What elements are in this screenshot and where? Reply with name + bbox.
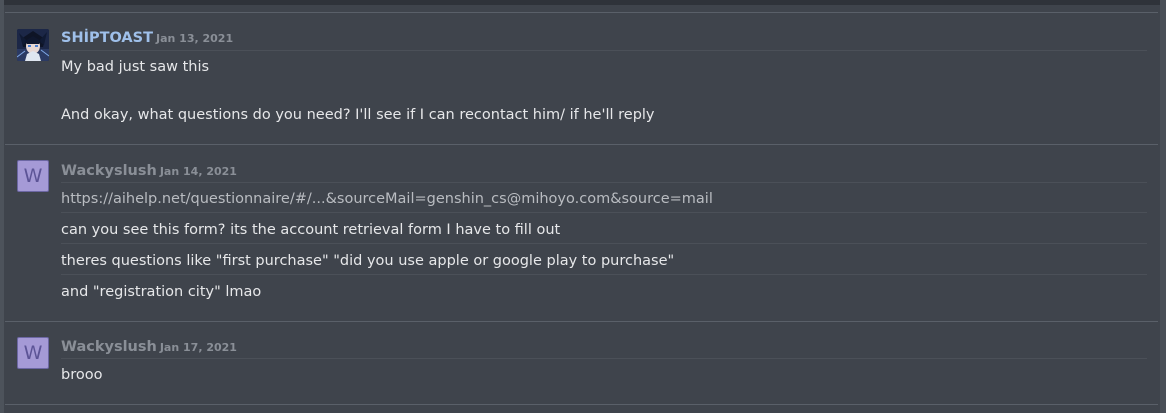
message-divider xyxy=(5,404,1158,405)
message-divider xyxy=(5,144,1158,145)
user-avatar-wackyslush[interactable]: W xyxy=(17,160,49,192)
message-text: can you see this form? its the account r… xyxy=(61,222,561,238)
avatar-letter: W xyxy=(23,165,43,187)
avatar-letter: W xyxy=(23,342,43,364)
author-name[interactable]: SHİPTOAST xyxy=(61,30,153,46)
message-text: theres questions like "first purchase" "… xyxy=(61,253,675,269)
message-text: and "registration city" lmao xyxy=(61,284,262,300)
user-avatar-siptoast[interactable] xyxy=(17,29,49,61)
anime-character-avatar-icon xyxy=(17,29,49,61)
message-date[interactable]: Jan 17, 2021 xyxy=(160,341,237,354)
user-avatar-wackyslush[interactable]: W xyxy=(17,337,49,369)
message-author[interactable]: Wackyslush Jan 14, 2021 xyxy=(61,162,237,181)
author-name[interactable]: Wackyslush xyxy=(61,163,157,179)
window-top-bar xyxy=(0,0,1166,5)
message-separator xyxy=(61,274,1147,275)
right-scrollbar-track[interactable] xyxy=(1160,0,1166,413)
author-name[interactable]: Wackyslush xyxy=(61,339,157,355)
message-date[interactable]: Jan 14, 2021 xyxy=(160,165,237,178)
message-separator xyxy=(61,243,1147,244)
left-edge-border xyxy=(0,0,4,413)
message-separator xyxy=(61,212,1147,213)
message-divider xyxy=(5,321,1158,322)
message-author[interactable]: Wackyslush Jan 17, 2021 xyxy=(61,338,237,357)
message-text: And okay, what questions do you need? I'… xyxy=(61,107,655,123)
message-author[interactable]: SHİPTOAST Jan 13, 2021 xyxy=(61,29,233,48)
message-separator xyxy=(61,358,1147,359)
message-separator xyxy=(61,182,1147,183)
message-date[interactable]: Jan 13, 2021 xyxy=(156,32,233,45)
message-link[interactable]: https://aihelp.net/questionnaire/#/...&s… xyxy=(61,190,713,208)
message-text: brooo xyxy=(61,367,103,383)
message-text: My bad just saw this xyxy=(61,59,210,75)
message-separator xyxy=(61,50,1147,51)
message-divider xyxy=(5,12,1158,13)
